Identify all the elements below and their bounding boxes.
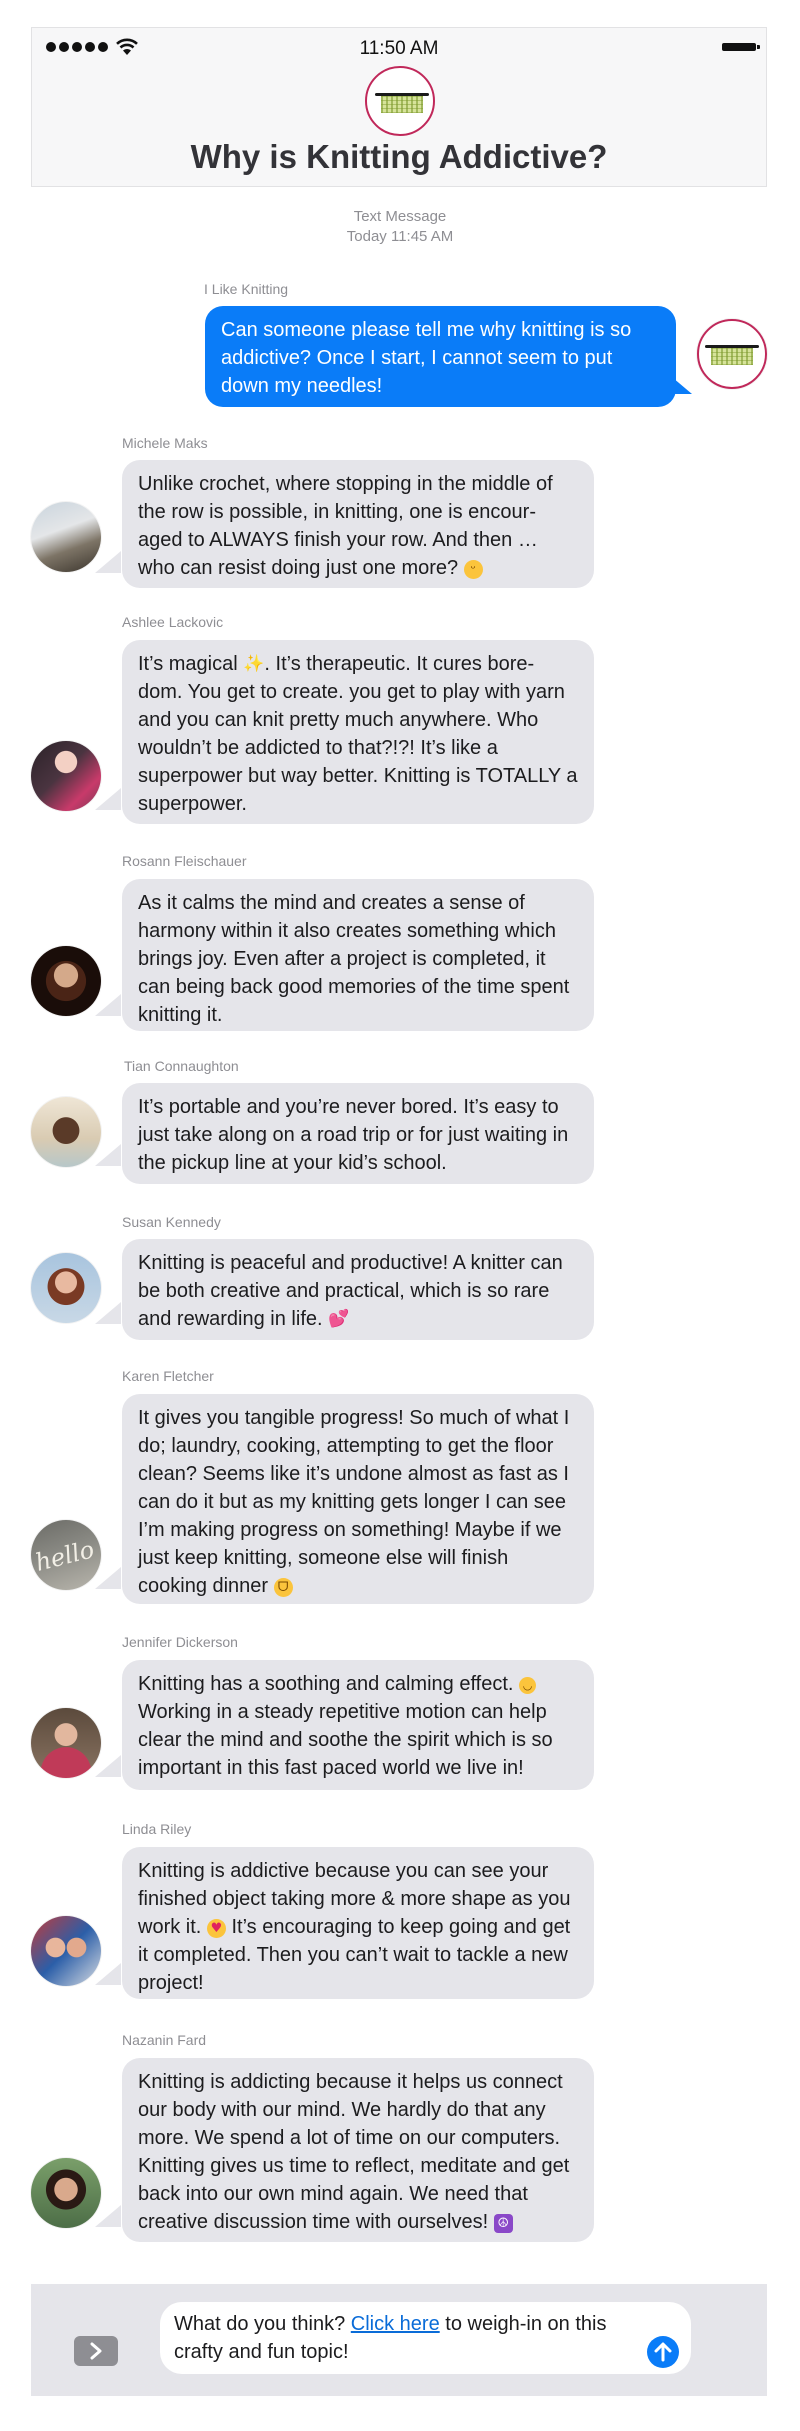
arrow-up-icon [654,2342,672,2362]
status-time: 11:50 AM [359,38,439,59]
page-title: Why is Knitting Addictive? [190,138,608,175]
sender-avatar [31,741,101,811]
heart-eyes-icon: ♥ [206,1919,226,1938]
outgoing-avatar [697,319,767,389]
peace-symbol-icon: ☮ [493,2214,513,2233]
thread-type: Text Message [353,208,447,225]
sender-name: Jennifer Dickerson [122,1634,238,1650]
relieved-face-icon: ◡ [519,1677,536,1694]
sender-name: Nazanin Fard [122,2032,207,2048]
message-bubble: Knitting is addictive because you can se… [122,1847,594,1999]
sender-name: Michele Maks [122,435,208,451]
bubble-tail [95,994,121,1016]
knitting-swatch-icon [375,93,429,113]
click-here-link[interactable]: Click here [351,2313,440,2335]
expand-apps-button[interactable] [74,2336,118,2366]
bubble-tail [95,1755,121,1777]
knitting-swatch-icon [705,345,759,365]
thread-timestamp: Today 11:45 AM [346,228,454,245]
message-bubble: Knitting has a soothing and calming effe… [122,1660,594,1790]
grinning-face-icon: ᵕ [463,560,483,579]
message-bubble: It’s magical ✨. It’s therapeutic. It cur… [122,640,594,824]
sparkles-icon: ✨ [243,654,265,674]
sender-name: Tian Connaughton [124,1058,239,1074]
sender-name: Linda Riley [122,1821,192,1837]
sender-name: Karen Fletcher [122,1368,214,1384]
sender-avatar [31,1916,101,1986]
message-bubble: It’s portable and you’re never bored. It… [122,1083,594,1184]
two-hearts-icon: 💕 [328,1309,350,1329]
sender-avatar [31,1097,101,1167]
message-bubble: Knitting is addicting because it helps u… [122,2058,594,2242]
sender-name: Ashlee Lackovic [122,614,224,630]
message-bubble: As it calms the mind and creates a sense… [122,879,594,1031]
sender-avatar [31,1708,101,1778]
message-bubble: It gives you tangible progress! So much … [122,1394,594,1604]
outgoing-sender-name: I Like Knitting [204,281,289,297]
sender-avatar [31,946,101,1016]
sender-avatar: hello [31,1520,101,1590]
message-bubble: Knitting is peaceful and productive! A k… [122,1239,594,1340]
bubble-tail [95,1302,121,1324]
conversation-header: 11:50 AM Why is Knitting Addictive? [31,27,767,187]
outgoing-message-bubble: Can someone please tell me why knitting … [205,306,676,407]
bubble-tail [95,1144,121,1166]
battery-icon [722,43,760,51]
bubble-tail [95,551,121,573]
status-bar: 11:50 AM [32,28,766,64]
sender-name: Susan Kennedy [122,1214,221,1230]
sender-avatar [31,2158,101,2228]
bubble-tail [95,1963,121,1985]
group-logo [365,66,435,136]
sender-name: Rosann Fleischauer [122,853,247,869]
send-button[interactable] [647,2336,679,2368]
bubble-tail [95,788,121,810]
tears-of-joy-icon: ᗜ [273,1578,293,1597]
message-input[interactable]: What do you think? Click here to weigh-i… [160,2302,691,2374]
bubble-tail [95,2205,121,2227]
sender-avatar [31,1253,101,1323]
chevron-right-icon [90,2342,102,2360]
sender-avatar [31,502,101,572]
bubble-tail [95,1567,121,1589]
avatar-lettering: hello [32,1535,97,1577]
message-bubble: Unlike crochet, where stopping in the mi… [122,460,594,588]
